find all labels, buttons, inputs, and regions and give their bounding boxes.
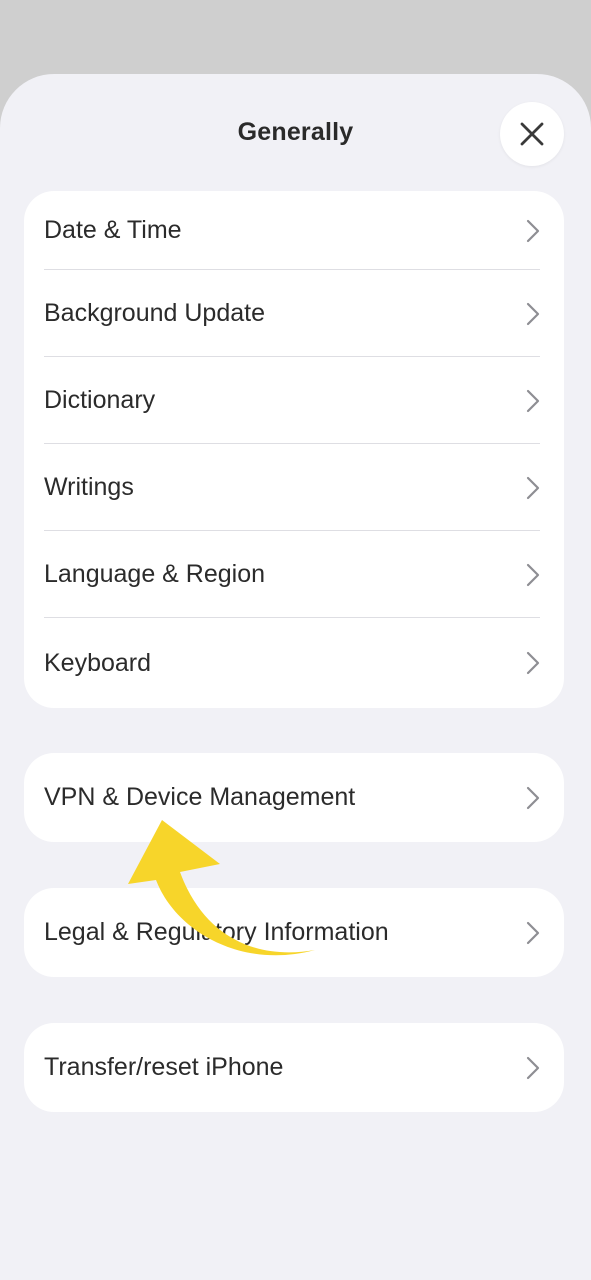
row-vpn-device-management[interactable]: VPN & Device Management [24, 753, 564, 842]
chevron-right-icon [526, 219, 540, 242]
row-language-region[interactable]: Language & Region [24, 531, 564, 618]
row-label: Language & Region [44, 560, 266, 588]
row-background-update[interactable]: Background Update [24, 270, 564, 357]
close-icon [520, 122, 544, 146]
row-label: Keyboard [44, 648, 152, 677]
row-legal-regulatory[interactable]: Legal & Regulatory Information [24, 888, 564, 977]
chevron-right-icon [526, 921, 540, 944]
row-keyboard[interactable]: Keyboard [24, 618, 564, 708]
settings-sheet: Generally Date & Time Background Update … [0, 74, 591, 1280]
row-label: Transfer/reset iPhone [44, 1053, 284, 1081]
row-label: Date & Time [44, 216, 182, 244]
row-label: Background Update [44, 299, 265, 327]
chevron-right-icon [526, 1056, 540, 1079]
close-button[interactable] [500, 102, 564, 166]
chevron-right-icon [526, 651, 540, 675]
chevron-right-icon [526, 786, 540, 809]
row-dictionary[interactable]: Dictionary [24, 357, 564, 444]
row-transfer-reset[interactable]: Transfer/reset iPhone [24, 1023, 564, 1112]
chevron-right-icon [526, 563, 540, 586]
row-label: VPN & Device Management [44, 783, 356, 811]
chevron-right-icon [526, 389, 540, 412]
row-label: Legal & Regulatory Information [44, 918, 389, 946]
chevron-right-icon [526, 302, 540, 325]
chevron-right-icon [526, 476, 540, 499]
settings-group-legal: Legal & Regulatory Information [24, 888, 564, 977]
settings-group-general: Date & Time Background Update Dictionary… [24, 191, 564, 708]
row-label: Dictionary [44, 386, 156, 414]
row-date-time[interactable]: Date & Time [24, 191, 564, 270]
settings-group-transfer: Transfer/reset iPhone [24, 1023, 564, 1112]
row-writings[interactable]: Writings [24, 444, 564, 531]
row-label: Writings [44, 473, 134, 501]
settings-group-vpn: VPN & Device Management [24, 753, 564, 842]
